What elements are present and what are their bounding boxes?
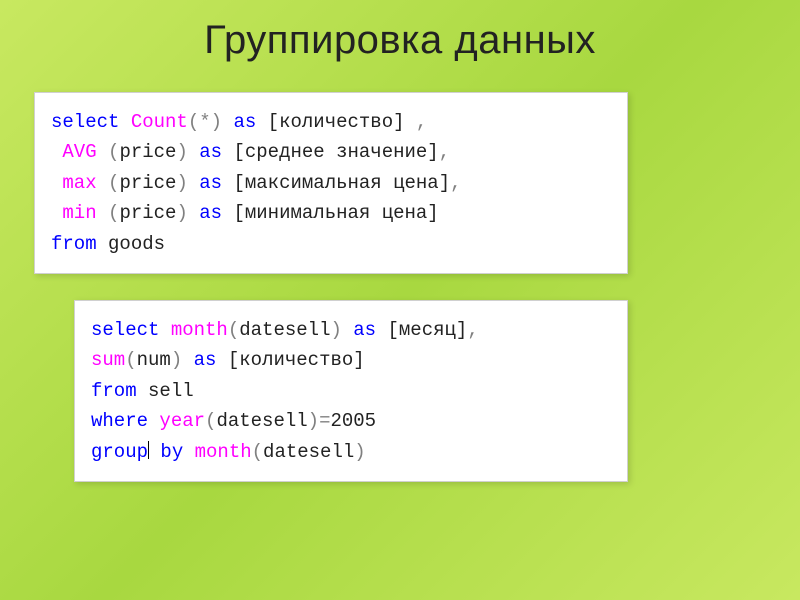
code-content-2: select month(datesell) as [месяц], sum(n…	[91, 315, 611, 467]
paren: (	[252, 441, 263, 463]
kw-as: as	[199, 202, 222, 224]
comma: ,	[450, 172, 461, 194]
sp	[97, 141, 108, 163]
arg: datesell	[239, 319, 330, 341]
paren: )	[330, 319, 341, 341]
code-block-2: select month(datesell) as [месяц], sum(n…	[74, 300, 628, 482]
arg: price	[119, 172, 176, 194]
kw-group: group	[91, 441, 148, 463]
sp	[97, 202, 108, 224]
comma: ,	[416, 111, 427, 133]
paren: (	[205, 410, 216, 432]
table: goods	[97, 233, 165, 255]
paren: )	[308, 410, 319, 432]
paren: (	[108, 141, 119, 163]
paren: (	[188, 111, 199, 133]
kw-where: where	[91, 410, 148, 432]
kw-as: as	[233, 111, 256, 133]
arg: datesell	[263, 441, 354, 463]
sp	[97, 172, 108, 194]
comma: ,	[439, 141, 450, 163]
kw-from: from	[51, 233, 97, 255]
paren: )	[171, 349, 182, 371]
paren: )	[176, 202, 187, 224]
kw-select: select	[91, 319, 159, 341]
alias: [количество]	[216, 349, 364, 371]
paren: (	[108, 172, 119, 194]
fn-month: month	[195, 441, 252, 463]
arg: datesell	[216, 410, 307, 432]
kw-as: as	[199, 141, 222, 163]
alias: [максимальная цена]	[222, 172, 450, 194]
fn-count: Count	[131, 111, 188, 133]
sp	[148, 410, 159, 432]
slide: Группировка данных select Count(*) as [к…	[0, 0, 800, 600]
alias: [количество]	[256, 111, 416, 133]
table: sell	[137, 380, 194, 402]
alias: [месяц]	[376, 319, 467, 341]
kw-as: as	[353, 319, 376, 341]
paren: )	[211, 111, 222, 133]
val: 2005	[330, 410, 376, 432]
fn-sum: sum	[91, 349, 125, 371]
paren: )	[354, 441, 365, 463]
fn-year: year	[159, 410, 205, 432]
paren: (	[125, 349, 136, 371]
arg: price	[119, 141, 176, 163]
arg: num	[137, 349, 171, 371]
kw-by: by	[149, 441, 195, 463]
code-block-1: select Count(*) as [количество] , AVG (p…	[34, 92, 628, 274]
comma: ,	[467, 319, 478, 341]
kw-select: select	[51, 111, 119, 133]
kw-as: as	[194, 349, 217, 371]
paren: (	[108, 202, 119, 224]
eq: =	[319, 410, 330, 432]
paren: (	[228, 319, 239, 341]
alias: [среднее значение]	[222, 141, 439, 163]
fn-min: min	[62, 202, 96, 224]
code-content-1: select Count(*) as [количество] , AVG (p…	[51, 107, 611, 259]
kw-as: as	[199, 172, 222, 194]
alias: [минимальная цена]	[222, 202, 439, 224]
slide-title: Группировка данных	[0, 0, 800, 73]
arg: price	[119, 202, 176, 224]
fn-avg: AVG	[62, 141, 96, 163]
paren: )	[176, 172, 187, 194]
fn-month: month	[171, 319, 228, 341]
kw-from: from	[91, 380, 137, 402]
star: *	[199, 111, 210, 133]
fn-max: max	[62, 172, 96, 194]
paren: )	[176, 141, 187, 163]
